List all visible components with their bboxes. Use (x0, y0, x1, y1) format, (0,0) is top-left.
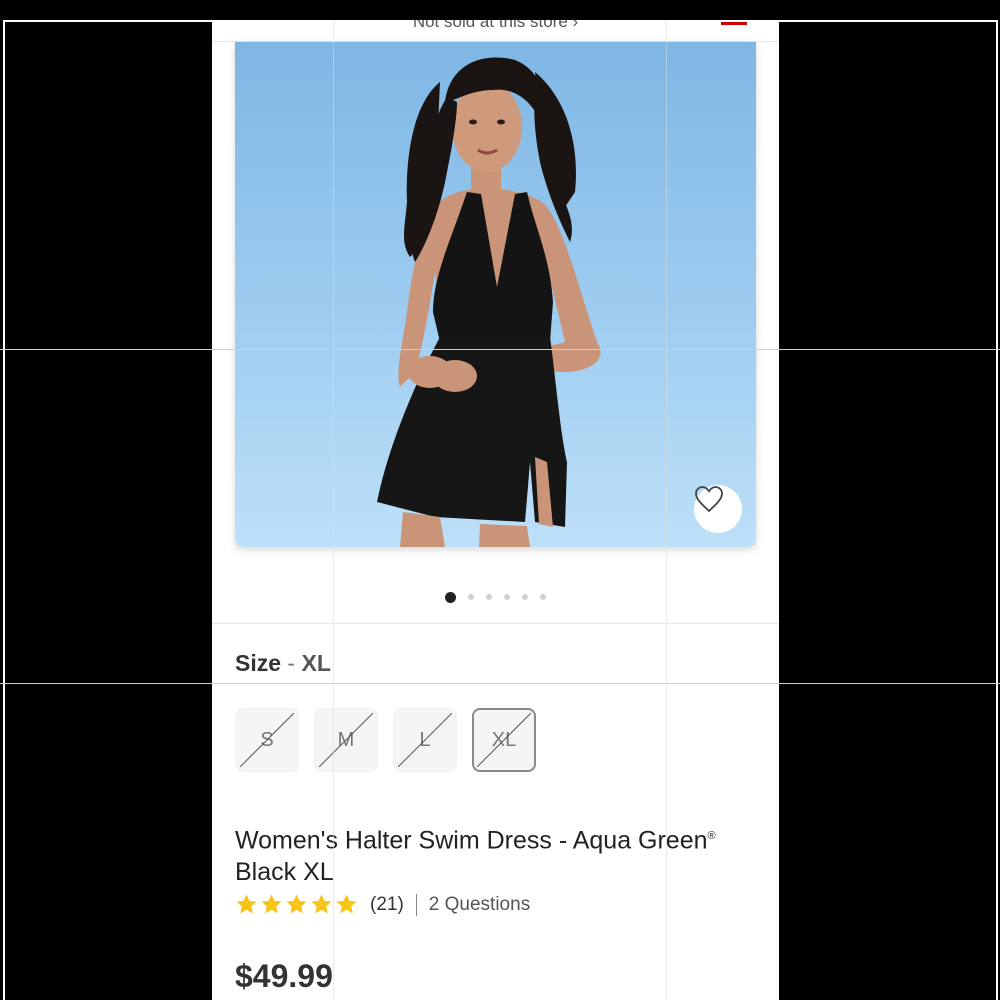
gallery-dot[interactable] (522, 594, 528, 600)
registered-mark: ® (707, 830, 716, 842)
gallery-dot[interactable] (540, 594, 546, 600)
star-icon (236, 894, 257, 914)
star-icon (311, 894, 332, 914)
rating-count[interactable]: (21) (370, 894, 404, 916)
brand-accent (721, 22, 747, 25)
unavailable-strike (239, 712, 295, 768)
size-option-xl[interactable]: XL (472, 708, 536, 772)
size-options: S M L XL (235, 708, 536, 772)
overlay-grid-line (333, 20, 334, 1000)
star-icon (336, 894, 357, 914)
product-image[interactable] (235, 42, 756, 547)
overlay-grid-line (0, 683, 1000, 684)
overlay-grid-line (0, 349, 1000, 350)
size-option-s[interactable]: S (235, 708, 299, 772)
rating-separator (415, 893, 417, 916)
product-price: $49.99 (235, 958, 333, 994)
heart-outline-icon (695, 486, 723, 513)
questions-link[interactable]: 2 Questions (429, 894, 530, 916)
store-availability-bar[interactable]: Not sold at this store › (212, 20, 779, 42)
star-icon (286, 894, 307, 914)
gallery-dot[interactable] (468, 594, 474, 600)
store-notice[interactable]: Not sold at this store › (212, 20, 779, 32)
size-separator: - (287, 650, 296, 676)
unavailable-strike (318, 712, 374, 768)
rating-row[interactable]: (21) 2 Questions (235, 893, 530, 916)
section-divider (212, 623, 779, 624)
model-photo (377, 57, 601, 547)
product-page: Not sold at this store › Size - XL Women… (212, 20, 779, 1000)
product-title-line1: Women's Halter Swim Dress - Aqua Green (235, 826, 708, 855)
gallery-dot[interactable] (486, 594, 492, 600)
size-selected-value: XL (301, 650, 331, 676)
unavailable-strike (476, 712, 532, 768)
size-option-l[interactable]: L (393, 708, 457, 772)
star-icon (261, 894, 282, 914)
gallery-dot[interactable] (445, 591, 456, 603)
unavailable-strike (397, 712, 453, 768)
size-label: Size (235, 650, 282, 676)
product-title-line2: Black XL (235, 858, 334, 887)
gallery-dot[interactable] (504, 594, 510, 600)
star-rating[interactable] (235, 893, 358, 916)
gallery-pagination[interactable] (212, 590, 779, 604)
overlay-grid-line (666, 20, 667, 1000)
product-title: Women's Halter Swim Dress - Aqua Green® … (235, 820, 755, 888)
size-option-m[interactable]: M (314, 708, 378, 772)
size-heading: Size - XL (235, 650, 331, 677)
favorite-button[interactable] (694, 485, 742, 533)
